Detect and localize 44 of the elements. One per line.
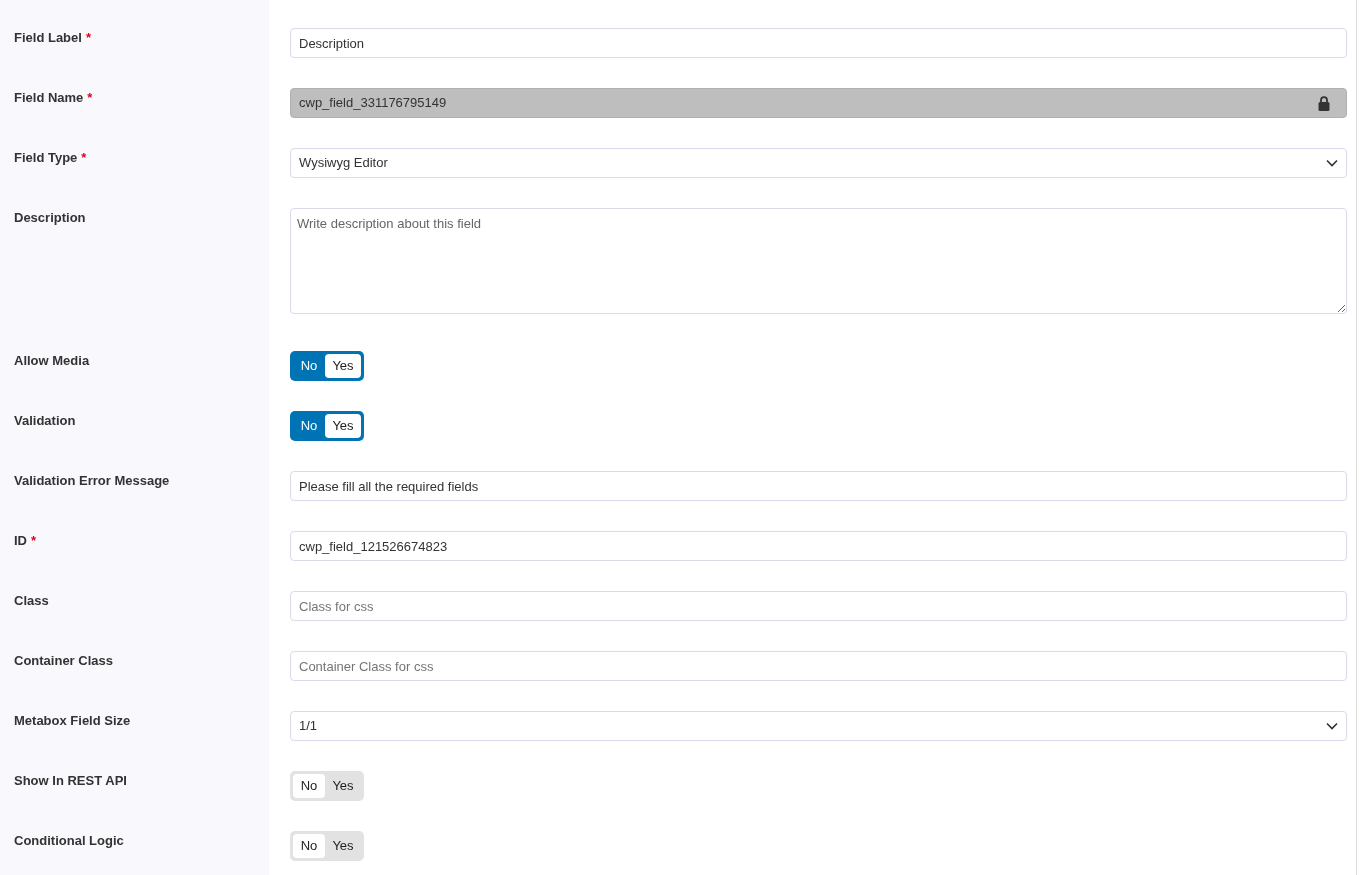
text-field[interactable]: cwp_field_121526674823	[290, 531, 1347, 561]
field-label: Validation Error Message	[14, 472, 170, 490]
field-label: Class	[14, 592, 49, 610]
yes-option: Yes	[325, 834, 361, 858]
select-dropdown[interactable]: Wysiwyg Editor	[290, 148, 1347, 178]
description-textarea[interactable]: Write description about this field	[290, 208, 1347, 314]
text-field[interactable]: Description	[290, 28, 1347, 58]
no-option: No	[293, 414, 325, 438]
yes-option: Yes	[325, 414, 361, 438]
required-asterisk: *	[31, 532, 37, 550]
chevron-down-icon	[1326, 159, 1338, 167]
lock-icon	[1318, 95, 1330, 111]
yes-option: Yes	[325, 774, 361, 798]
selected-option: Wysiwyg Editor	[299, 153, 388, 173]
field-label: Field Label	[14, 29, 82, 47]
required-asterisk: *	[87, 89, 93, 107]
required-asterisk: *	[85, 29, 91, 47]
field-label: Show In REST API	[14, 772, 127, 790]
text-field[interactable]: Please fill all the required fields	[290, 471, 1347, 501]
no-option: No	[293, 774, 325, 798]
field-label: Field Type	[14, 149, 78, 167]
required-asterisk: *	[81, 149, 87, 167]
yes-no-toggle[interactable]: No Yes	[290, 771, 364, 801]
yes-no-toggle[interactable]: No Yes	[290, 411, 364, 441]
yes-no-toggle[interactable]: No Yes	[290, 831, 364, 861]
field-label: ID	[14, 532, 27, 550]
field-label: Conditional Logic	[14, 832, 124, 850]
field-label: Field Name	[14, 89, 84, 107]
no-option: No	[293, 354, 325, 378]
chevron-down-icon	[1326, 722, 1338, 730]
field-value: cwp_field_331176795149	[299, 94, 447, 113]
field-label: Metabox Field Size	[14, 712, 131, 730]
field-label: Container Class	[14, 652, 113, 670]
select-dropdown[interactable]: 1/1	[290, 711, 1347, 741]
text-field[interactable]: Class for css	[290, 591, 1347, 621]
field-label: Allow Media	[14, 352, 90, 370]
text-field[interactable]: Container Class for css	[290, 651, 1347, 681]
selected-option: 1/1	[299, 716, 318, 736]
yes-option: Yes	[325, 354, 361, 378]
field-label: Description	[14, 209, 86, 227]
locked-field[interactable]: cwp_field_331176795149	[290, 88, 1347, 118]
no-option: No	[293, 834, 325, 858]
field-label: Validation	[14, 412, 76, 430]
yes-no-toggle[interactable]: No Yes	[290, 351, 364, 381]
